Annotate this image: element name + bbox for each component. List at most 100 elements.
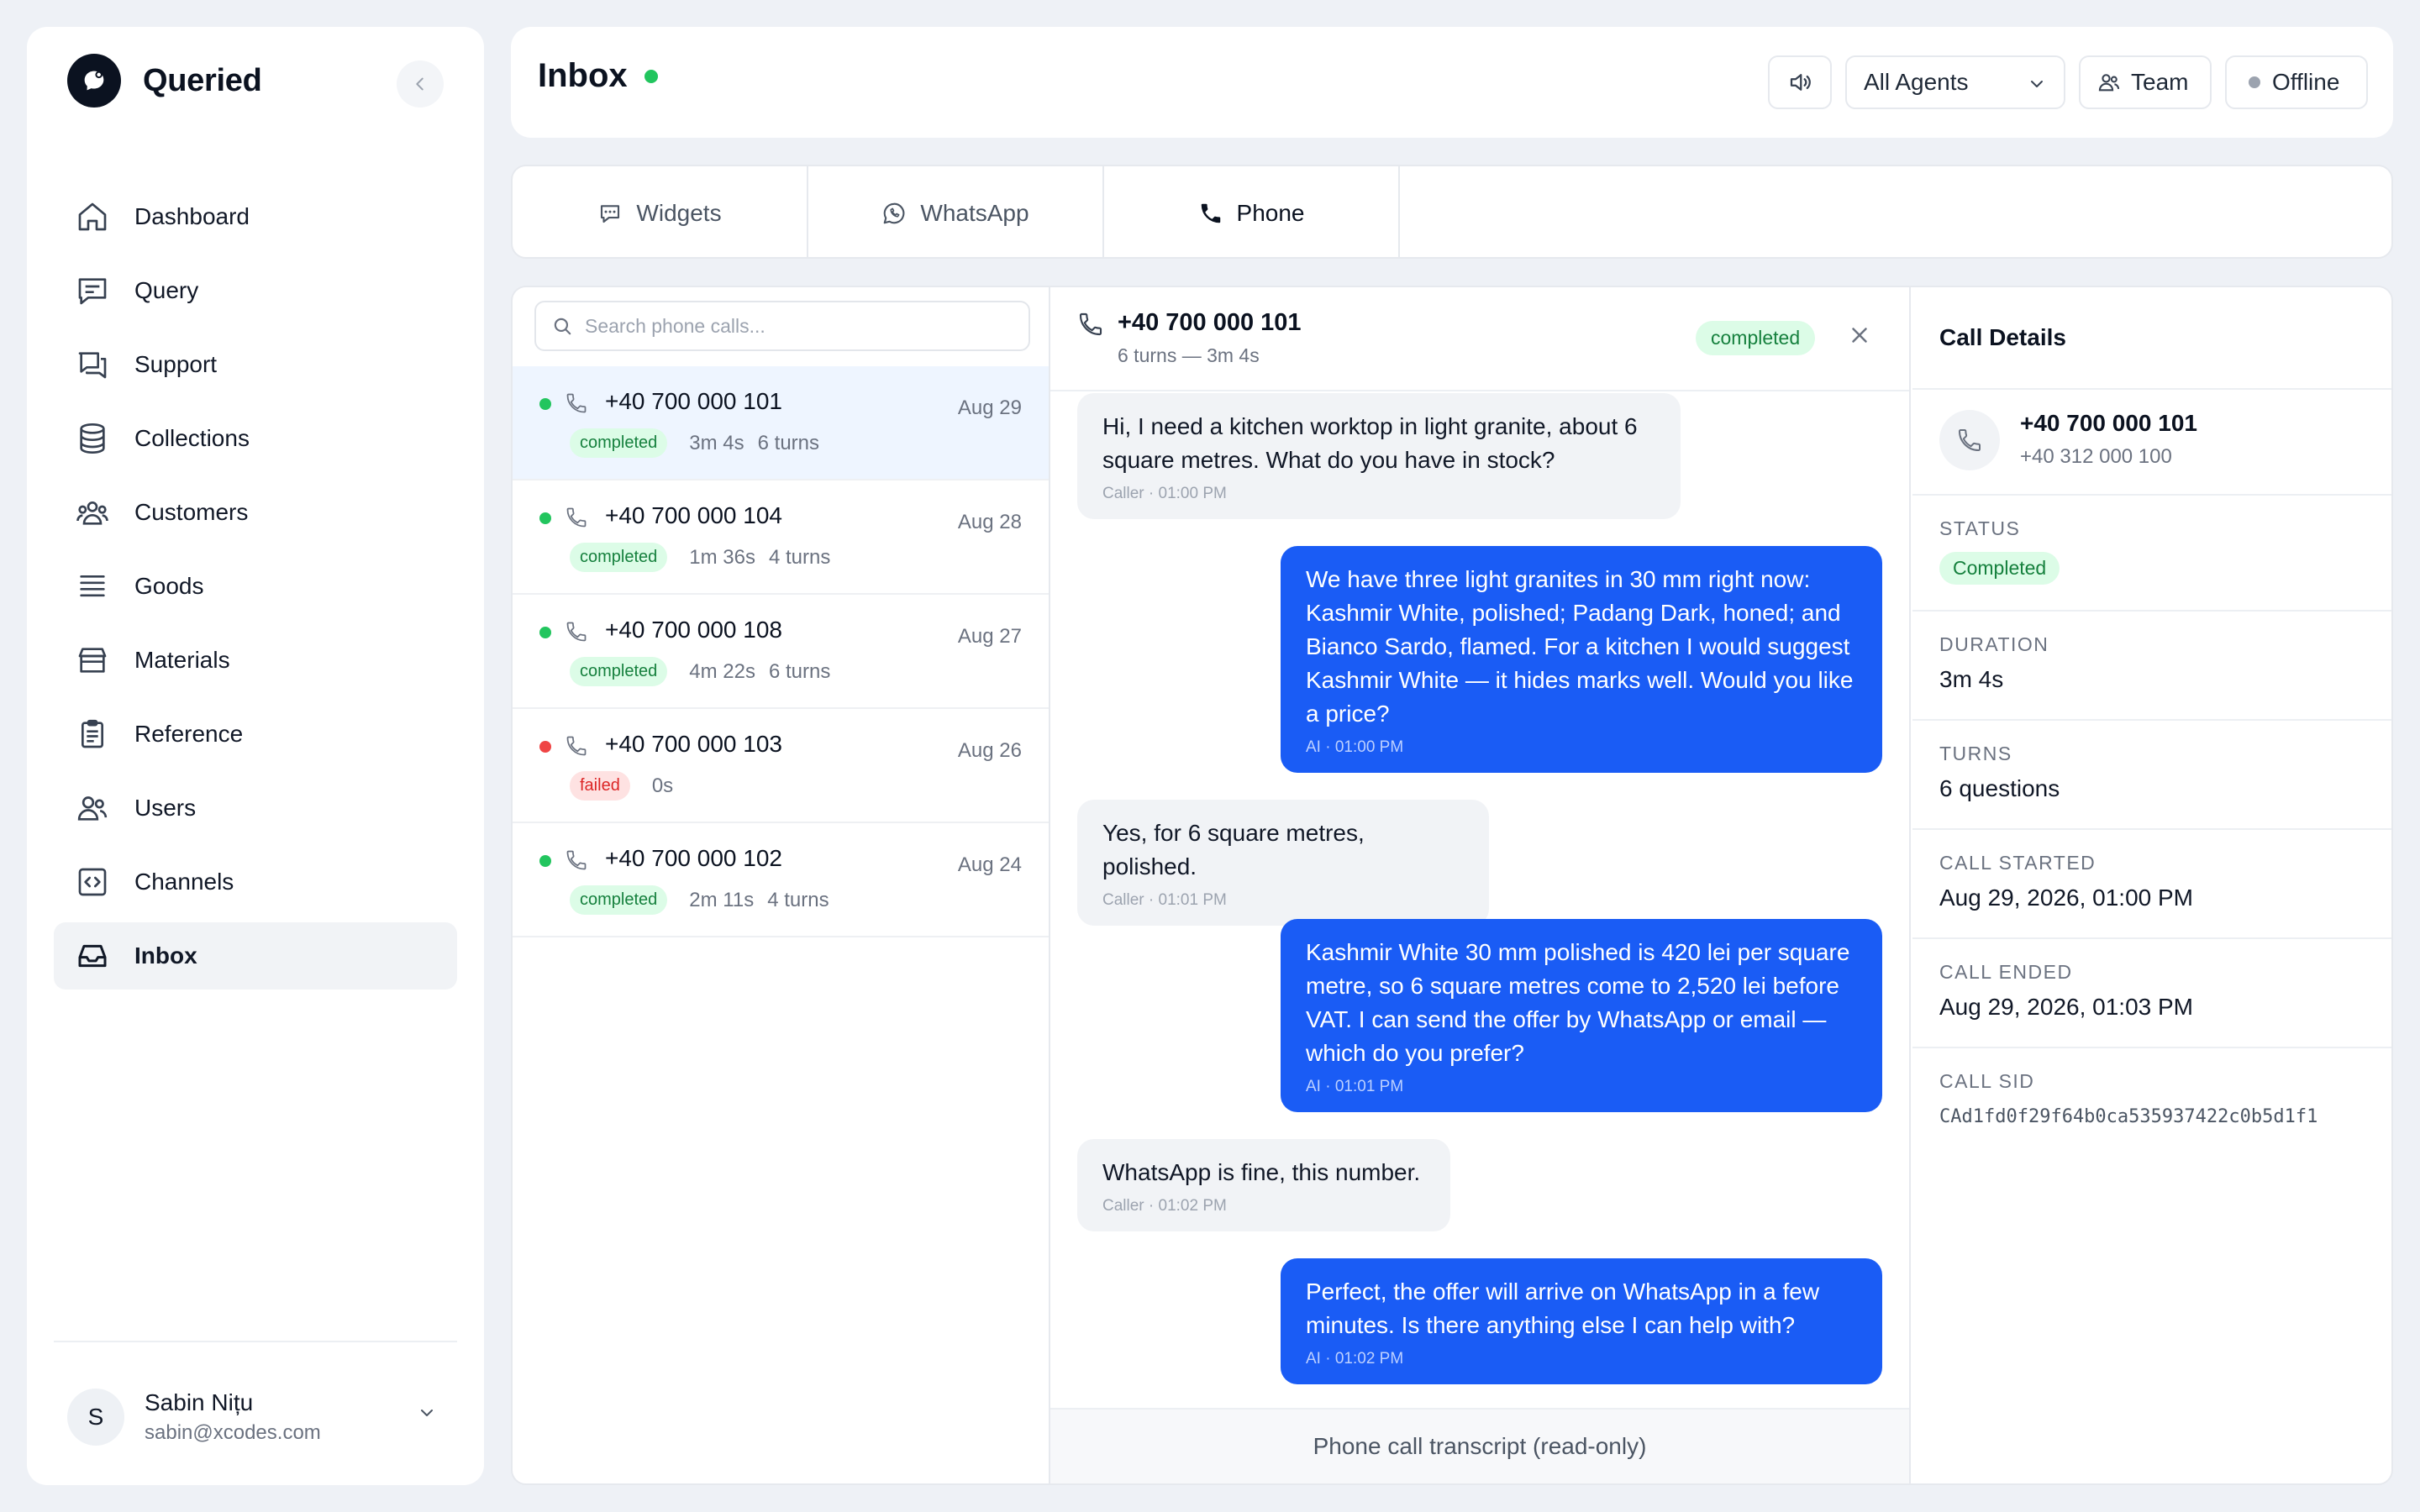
sidebar-item-label: Query [134, 277, 199, 303]
call-turns: 4 turns [768, 545, 831, 569]
agents-select[interactable]: All Agents [1845, 55, 2065, 109]
call-number: +40 700 000 104 [605, 502, 782, 528]
inbox-main-panel: +40 700 000 101 Aug 29 completed 3m 4s 6… [511, 286, 2393, 1485]
detail-value: Aug 29, 2026, 01:03 PM [1939, 994, 2193, 1020]
sidebar-item-channels[interactable]: Channels [54, 848, 457, 916]
call-date: Aug 29 [957, 396, 1022, 419]
message-line: We have three light granites in 30 mm ri… [1306, 566, 1811, 592]
availability-button[interactable]: Offline [2225, 55, 2368, 109]
detail-label: STATUS [1939, 517, 2021, 539]
detail-value[interactable]: CAd1fd0f29f64b0ca535937422c0b5d1f1 [1939, 1106, 2391, 1127]
page-title: Inbox [538, 57, 658, 95]
status-badge: completed [570, 657, 668, 686]
collapse-sidebar-button[interactable] [397, 60, 444, 108]
top-header: Inbox All Agents Team Offline [511, 27, 2393, 138]
user-email: sabin@xcodes.com [145, 1421, 321, 1444]
ai-message: We have three light granites in 30 mm ri… [1281, 546, 1882, 773]
tab-phone[interactable]: Phone [1104, 166, 1400, 257]
message-timestamp: AI · 01:01 PM [1306, 1078, 1404, 1095]
availability-label: Offline [2272, 69, 2340, 95]
sidebar-item-collections[interactable]: Collections [54, 405, 457, 472]
code-icon [74, 864, 111, 900]
chevron-down-icon [2027, 74, 2047, 94]
call-details-title: Call Details [1912, 287, 2391, 390]
sidebar-item-label: Collections [134, 425, 250, 451]
search-box[interactable] [534, 301, 1030, 351]
close-icon[interactable] [1847, 323, 1872, 348]
sidebar-item-inbox[interactable]: Inbox [54, 922, 457, 990]
sidebar-item-customers[interactable]: Customers [54, 479, 457, 546]
inbox-icon [74, 937, 111, 974]
detail-call-ended: CALL ENDED Aug 29, 2026, 01:03 PM [1912, 939, 2391, 1048]
chevron-down-icon[interactable] [417, 1403, 437, 1423]
team-button[interactable]: Team [2079, 55, 2212, 109]
sidebar-item-label: Customers [134, 499, 249, 525]
sidebar-item-materials[interactable]: Materials [54, 627, 457, 694]
chat-bubble-icon [597, 201, 623, 226]
agents-select-value: All Agents [1864, 69, 1969, 95]
message-square-icon [74, 272, 111, 309]
box-icon [74, 642, 111, 679]
sidebar-item-goods[interactable]: Goods [54, 553, 457, 620]
detail-call-started: CALL STARTED Aug 29, 2026, 01:00 PM [1912, 830, 2391, 939]
message-line: a price? [1306, 701, 1390, 727]
sound-toggle-button[interactable] [1768, 55, 1832, 109]
sidebar-item-dashboard[interactable]: Dashboard [54, 183, 457, 250]
detail-value: 3m 4s [1939, 666, 2004, 692]
status-dot [539, 398, 551, 410]
detail-label: CALL ENDED [1939, 961, 2073, 983]
sidebar-item-reference[interactable]: Reference [54, 701, 457, 768]
conversation-panel: +40 700 000 101 6 turns — 3m 4s complete… [1050, 287, 1911, 1483]
message-line: Yes, for 6 square metres, polished. [1102, 820, 1365, 879]
call-number: +40 700 000 102 [605, 845, 782, 871]
detail-label: DURATION [1939, 633, 2049, 655]
search-icon [551, 315, 573, 337]
message-thread: Hi, I need a kitchen worktop in light gr… [1050, 393, 1909, 1384]
speaker-icon [1790, 74, 1811, 91]
whatsapp-icon [881, 201, 907, 226]
called-number: +40 312 000 100 [2020, 445, 2172, 468]
sidebar-item-label: Support [134, 351, 218, 377]
home-icon [74, 198, 111, 235]
sidebar-divider [54, 1341, 457, 1342]
message-line: Perfect, the offer will arrive on WhatsA… [1306, 1278, 1820, 1305]
call-list-item[interactable]: +40 700 000 108 Aug 27 completed 4m 22s … [513, 595, 1049, 709]
phone-icon [565, 848, 588, 872]
search-input[interactable] [585, 314, 1022, 338]
detail-duration: DURATION 3m 4s [1912, 612, 2391, 721]
clipboard-icon [74, 716, 111, 753]
call-duration: 2m 11s [689, 888, 755, 911]
sidebar-item-support[interactable]: Support [54, 331, 457, 398]
call-list-item[interactable]: +40 700 000 103 Aug 26 failed 0s [513, 709, 1049, 823]
sidebar-nav: Dashboard Query Support Collections Cust… [54, 183, 457, 996]
phone-icon [1198, 201, 1223, 226]
avatar: S [67, 1389, 124, 1446]
sidebar-item-users[interactable]: Users [54, 774, 457, 842]
message-line: Kashmir White 30 mm polished is 420 lei … [1306, 939, 1850, 965]
message-line: metre, so 6 square metres come to 2,520 … [1306, 973, 1839, 999]
sidebar: Queried Dashboard Query Support Collecti… [27, 27, 484, 1485]
detail-status: STATUS Completed [1912, 496, 2391, 612]
sidebar-item-query[interactable]: Query [54, 257, 457, 324]
message-timestamp: Caller · 01:00 PM [1102, 485, 1227, 502]
team-button-label: Team [2131, 69, 2189, 95]
call-turns: 6 turns [768, 659, 831, 683]
status-badge: completed [1696, 321, 1816, 355]
tab-whatsapp[interactable]: WhatsApp [808, 166, 1104, 257]
ai-message: Kashmir White 30 mm polished is 420 lei … [1281, 919, 1882, 1112]
brand[interactable]: Queried [67, 54, 262, 108]
user-menu[interactable]: S Sabin Nițu sabin@xcodes.com [67, 1371, 444, 1463]
message-timestamp: Caller · 01:01 PM [1102, 891, 1227, 909]
phone-icon [565, 391, 588, 415]
sidebar-item-label: Inbox [134, 942, 197, 969]
call-list-item[interactable]: +40 700 000 102 Aug 24 completed 2m 11s … [513, 823, 1049, 937]
tab-widgets[interactable]: Widgets [513, 166, 808, 257]
message-line: minutes. Is there anything else I can he… [1306, 1312, 1796, 1338]
call-list-item[interactable]: +40 700 000 101 Aug 29 completed 3m 4s 6… [513, 366, 1049, 480]
detail-value: Aug 29, 2026, 01:00 PM [1939, 885, 2193, 911]
sidebar-item-label: Channels [134, 869, 234, 895]
ai-message: Perfect, the offer will arrive on WhatsA… [1281, 1258, 1882, 1384]
conversation-header: +40 700 000 101 6 turns — 3m 4s complete… [1050, 287, 1909, 391]
sidebar-item-label: Users [134, 795, 197, 821]
call-list-item[interactable]: +40 700 000 104 Aug 28 completed 1m 36s … [513, 480, 1049, 595]
